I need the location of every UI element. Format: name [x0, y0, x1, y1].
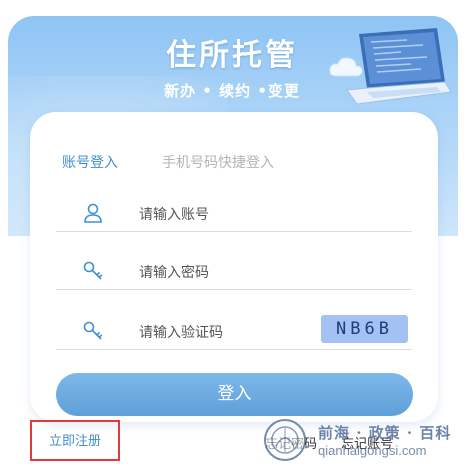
account-placeholder: 请输入账号 — [139, 207, 209, 223]
password-placeholder: 请输入密码 — [139, 265, 209, 281]
password-field[interactable]: 请输入密码 — [56, 250, 412, 290]
tab-phone-login[interactable]: 手机号码快捷登入 — [162, 152, 274, 172]
watermark-seal-icon — [264, 419, 306, 461]
key-icon — [83, 321, 103, 340]
account-field[interactable]: 请输入账号 — [56, 192, 412, 232]
captcha-placeholder: 请输入验证码 — [139, 325, 223, 341]
captcha-image[interactable]: NB6B — [321, 315, 408, 343]
watermark-url: qianhaigongsi.com — [318, 443, 427, 458]
laptop-illustration-icon — [346, 28, 452, 105]
tab-account-login[interactable]: 账号登入 — [62, 152, 118, 172]
login-button[interactable]: 登入 — [56, 373, 413, 416]
login-page: 住所托管 新办 • 续约 •变更 账号登入 手机号码快捷登入 请输入账号 请输入… — [0, 0, 464, 464]
user-icon — [84, 203, 102, 223]
watermark-title: 前海 · 政策 · 百科 — [318, 424, 452, 442]
watermark: 前海 · 政策 · 百科 qianhaigongsi.com — [260, 416, 464, 464]
register-link[interactable]: 立即注册 — [30, 420, 120, 461]
key-icon — [83, 261, 103, 280]
